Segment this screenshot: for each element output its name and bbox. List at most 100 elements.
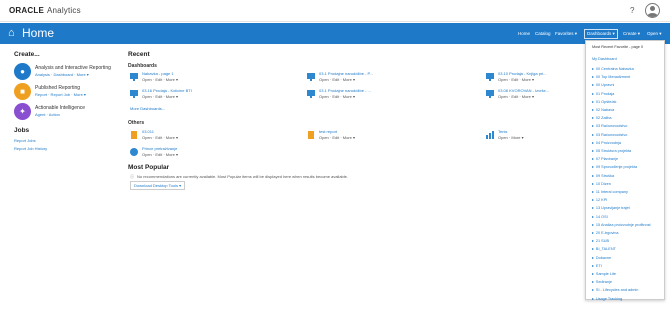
create-analysis-links[interactable]: Analysis · Dashboard · More ▾ — [35, 72, 89, 77]
chevron-right-icon: ▸ — [592, 67, 594, 71]
create-published-links[interactable]: Report · Report Job · More ▾ — [35, 92, 86, 97]
recent-other-tile[interactable]: 03.011 Open · Edit · More ▾ — [130, 129, 290, 145]
folder-label: Dobavne — [595, 255, 612, 260]
recent-other-tile[interactable]: Prince pretraživanje Open · Edit · More … — [130, 146, 290, 162]
dashboard-folder-item[interactable]: ▸ 09 Struška — [592, 173, 614, 178]
dashboard-folder-item[interactable]: ▸ 02 Nabava — [592, 107, 614, 112]
folder-label: 02 Nabava — [595, 108, 615, 112]
chevron-right-icon: ▸ — [592, 214, 594, 219]
dashboard-folder-item[interactable]: ▸ 13 Upravljanje trajet — [592, 205, 630, 210]
jobs-heading: Jobs — [14, 127, 30, 134]
info-icon: ⓘ — [130, 174, 134, 179]
folder-label: 00 Centralna Nabavka — [595, 67, 634, 71]
folder-label: 03 Računovodstvo — [595, 124, 628, 129]
published-reporting-icon: ■ — [14, 83, 31, 100]
dropdown-recent-favorite[interactable]: Most Recent Favorite - page 0 — [592, 45, 643, 49]
analysis-icon: ● — [14, 63, 31, 80]
chevron-right-icon: ▸ — [592, 288, 594, 293]
dashboard-folder-item[interactable]: ▸ 00 Upravni — [592, 82, 614, 87]
nav-home[interactable]: Home — [518, 31, 530, 36]
folder-label: 13 Upravljanje trajet — [595, 206, 630, 211]
report-jobs-link[interactable]: Report Jobs — [14, 138, 36, 143]
dashboard-icon — [486, 73, 494, 81]
nav-open[interactable]: Open ▾ — [647, 31, 662, 37]
dashboard-folder-item[interactable]: ▸ 14 OSI — [592, 214, 608, 219]
nav-catalog[interactable]: Catalog — [535, 31, 551, 36]
top-bar: ORACLE Analytics ? — [0, 0, 670, 22]
chevron-right-icon: ▸ — [592, 132, 594, 137]
create-heading: Create... — [14, 51, 40, 58]
folder-label: 00 Top Menadžment — [595, 75, 631, 80]
recent-dashboard-tile[interactable]: 03.1 Prodajne naruddžbe - ... Open · Edi… — [307, 88, 467, 104]
folder-label: 01 Prodaja — [595, 91, 615, 96]
chevron-right-icon: ▸ — [592, 296, 594, 301]
nav-create[interactable]: Create ▾ — [623, 31, 640, 37]
dashboard-folder-item[interactable]: ▸ 21 SUB — [592, 238, 609, 243]
folder-label: 11 Interal company — [595, 190, 628, 194]
dashboard-folder-item[interactable]: ▸ 12 KPI — [592, 197, 607, 202]
chevron-right-icon: ▸ — [592, 231, 594, 235]
chevron-right-icon: ▸ — [592, 190, 594, 194]
dashboard-folder-item[interactable]: ▸ 20 E-trgovina — [592, 230, 619, 235]
dashboard-folder-item[interactable]: ▸ Usage Tracking — [592, 296, 622, 301]
download-desktop-tools-button[interactable]: Download Desktop Tools ▾ — [130, 181, 186, 190]
dashboard-folder-item[interactable]: ▸ ETI — [592, 263, 602, 268]
folder-label: 04 Proizvodnja — [595, 140, 622, 145]
create-actionable-title: Actionable Intelligence — [35, 105, 86, 111]
dashboard-folder-item[interactable]: ▸ SI - Lifecycles and admin — [592, 287, 638, 292]
dashboard-folder-item[interactable]: ▸ 01 Prodaja — [592, 91, 614, 96]
dashboard-prompt-icon — [130, 148, 138, 156]
dashboard-folder-item[interactable]: ▸ 00 Centralna Nabavka — [592, 66, 634, 71]
dashboard-folder-item[interactable]: ▸ 07 Planiranje — [592, 156, 618, 161]
folder-label: 07 Planiranje — [595, 157, 619, 162]
dashboard-folder-item[interactable]: ▸ 01 Opšte/ak — [592, 99, 616, 104]
nav-favorites[interactable]: Favorites ▾ — [555, 31, 577, 37]
more-dashboards-link[interactable]: More Dashboards... — [130, 106, 165, 111]
home-header: ⌂ Home Home Catalog Favorites ▾ Dashboar… — [0, 23, 670, 44]
dropdown-my-dashboard[interactable]: My Dashboard — [592, 57, 617, 61]
dashboard-folder-item[interactable]: ▸ 15 Analiza proizvodnje profitnost — [592, 222, 651, 227]
folder-label: 05 Struktura projekta — [595, 149, 632, 153]
recent-dashboard-tile[interactable]: Nabavka - page 1 Open · Edit · More ▾ — [130, 71, 290, 87]
dashboard-folder-item[interactable]: ▸ BI_TALENT — [592, 246, 616, 251]
dashboard-folder-item[interactable]: ▸ 04 Proizvodnja — [592, 140, 621, 145]
folder-label: 00 Upravni — [595, 83, 615, 88]
dashboard-folder-item[interactable]: ▸ 03 Računovodstvo — [592, 123, 627, 128]
dashboard-folder-item[interactable]: ▸ Sample Lite — [592, 271, 616, 276]
dashboard-folder-item[interactable]: ▸ Sediranje — [592, 279, 612, 284]
folder-label: 02 Zaliha — [595, 116, 612, 121]
most-popular-message: No recommendations are currently availab… — [137, 174, 348, 179]
report-job-history-link[interactable]: Report Job History — [14, 146, 47, 151]
folder-label: 15 Analiza proizvodnje profitnost — [595, 222, 651, 227]
dashboard-folder-item[interactable]: ▸ Dobavne — [592, 255, 611, 260]
recent-other-tile[interactable]: test report Open · Edit · More ▾ — [307, 129, 467, 145]
chevron-right-icon: ▸ — [592, 239, 594, 244]
folder-label: 09 Struška — [595, 173, 615, 178]
nav-dashboards[interactable]: Dashboards ▾ — [584, 29, 618, 39]
chevron-right-icon: ▸ — [592, 108, 594, 112]
dashboard-icon — [486, 90, 494, 98]
folder-label: Sample Lite — [595, 272, 616, 276]
help-icon[interactable]: ? — [630, 6, 634, 15]
folder-label: 01 Opšte/ak — [595, 99, 617, 104]
dashboard-folder-item[interactable]: ▸ 05 Struktura projekta — [592, 148, 631, 153]
chevron-right-icon: ▸ — [592, 116, 594, 121]
dashboard-icon — [307, 73, 315, 81]
chevron-right-icon: ▸ — [592, 222, 594, 227]
dashboard-folder-item[interactable]: ▸ 00 Top Menadžment — [592, 74, 630, 79]
dashboards-subheading: Dashboards — [128, 63, 157, 69]
report-icon — [308, 131, 314, 139]
folder-label: 20 E-trgovina — [595, 231, 619, 235]
recent-dashboard-tile[interactable]: 03.1 Prodajne naruddžbe - P... Open · Ed… — [307, 71, 467, 87]
dashboard-folder-item[interactable]: ▸ 10 Dizen — [592, 181, 611, 186]
dashboard-folder-item[interactable]: ▸ 03 Računovodstvo — [592, 132, 627, 137]
dashboard-folder-item[interactable]: ▸ 09 Sprovođenje projekta — [592, 164, 637, 169]
create-actionable-links[interactable]: Agent · Action — [35, 112, 60, 117]
user-avatar-icon[interactable] — [645, 3, 660, 18]
chevron-right-icon: ▸ — [592, 91, 594, 96]
dashboard-folder-item[interactable]: ▸ 11 Interal company — [592, 189, 628, 194]
chevron-right-icon: ▸ — [592, 149, 594, 153]
dashboard-folder-item[interactable]: ▸ 02 Zaliha — [592, 115, 612, 120]
recent-dashboard-tile[interactable]: 03.16 Prodaja - Kolicine BTI Open · Edit… — [130, 88, 290, 104]
folder-label: 09 Sprovođenje projekta — [595, 165, 638, 170]
